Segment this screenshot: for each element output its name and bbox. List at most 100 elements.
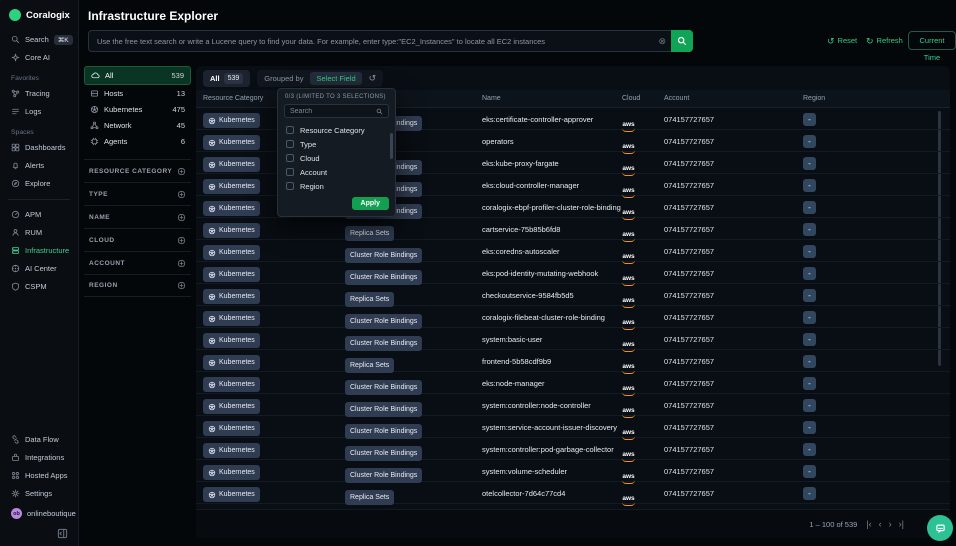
dropdown-option-resource-category[interactable]: Resource Category [278, 123, 395, 137]
checkbox[interactable] [286, 168, 294, 176]
table-row[interactable]: Kubernetes Cluster Role Bindings eks:pod… [196, 262, 950, 284]
tab-all[interactable]: All 539 [203, 70, 250, 87]
time-range-button[interactable]: Current Time [908, 31, 956, 50]
table-row[interactable]: Kubernetes Cluster Role Bindings system:… [196, 394, 950, 416]
filter-category-hosts[interactable]: Hosts 13 [84, 85, 191, 101]
compass-icon [11, 179, 20, 188]
sidebar-item-ai-center[interactable]: AI Center [0, 262, 78, 275]
account-id: 074157727657 [664, 423, 714, 432]
column-header-account[interactable]: Account [664, 95, 689, 102]
table-row[interactable]: Kubernetes Replica Sets checkoutservice-… [196, 284, 950, 306]
column-header-region[interactable]: Region [803, 95, 825, 102]
dropdown-search-input[interactable] [285, 108, 376, 115]
resource-name: eks:cloud-controller-manager [482, 181, 579, 190]
dropdown-option-region[interactable]: Region [278, 179, 395, 193]
filter-section-type[interactable]: TYPE [84, 182, 191, 205]
filter-section-name[interactable]: NAME [84, 205, 191, 228]
sidebar-item-user[interactable]: ob onlineboutique [0, 507, 78, 520]
sidebar-item-logs[interactable]: Logs [0, 105, 78, 118]
region-badge: - [803, 443, 816, 456]
sidebar-item-core-ai[interactable]: Core AI [0, 51, 78, 64]
resource-name: coralogix-filebeat-cluster-role-binding [482, 313, 605, 322]
table-row[interactable]: Kubernetes Replica Sets otelcollector-58… [196, 504, 950, 509]
last-page-icon[interactable]: ›| [899, 519, 904, 529]
column-header-resource-category[interactable]: Resource Category [203, 95, 263, 102]
kubernetes-icon [208, 161, 216, 169]
checkbox[interactable] [286, 154, 294, 162]
table-row[interactable]: Kubernetes Cluster Role Bindings eks:nod… [196, 372, 950, 394]
collapse-sidebar-icon[interactable] [57, 528, 68, 539]
table-row[interactable]: Kubernetes Replica Sets cartservice-75b8… [196, 218, 950, 240]
sidebar-item-settings[interactable]: Settings [0, 487, 78, 500]
resource-name: checkoutservice-9584fb5d5 [482, 291, 574, 300]
filter-section-account[interactable]: ACCOUNT [84, 251, 191, 274]
sidebar-item-dashboards[interactable]: Dashboards [0, 141, 78, 154]
sidebar-item-tracing[interactable]: Tracing [0, 87, 78, 100]
checkbox[interactable] [286, 182, 294, 190]
sidebar-item-rum[interactable]: RUM [0, 226, 78, 239]
sidebar-item-alerts[interactable]: Alerts [0, 159, 78, 172]
type-badge: Cluster Role Bindings [345, 314, 422, 329]
filter-section-cloud[interactable]: CLOUD [84, 228, 191, 251]
kubernetes-icon [208, 205, 216, 213]
resource-category-badge: Kubernetes [203, 201, 260, 216]
sidebar-item-label: Data Flow [25, 435, 59, 444]
sidebar-item-apm[interactable]: APM [0, 208, 78, 221]
dropdown-option-type[interactable]: Type [278, 137, 395, 151]
table-row[interactable]: Kubernetes Cluster Role Bindings coralog… [196, 306, 950, 328]
chat-widget-button[interactable] [927, 515, 953, 541]
table-row[interactable]: Kubernetes Cluster Role Bindings eks:cor… [196, 240, 950, 262]
sidebar-item-integrations[interactable]: Integrations [0, 451, 78, 464]
resource-category-badge: Kubernetes [203, 487, 260, 502]
filter-category-all[interactable]: All 539 [84, 66, 191, 85]
table-row[interactable]: Kubernetes Replica Sets otelcollector-7d… [196, 482, 950, 504]
apply-button[interactable]: Apply [352, 197, 389, 210]
ai-center-icon [11, 264, 20, 273]
filter-section-region[interactable]: REGION [84, 274, 191, 297]
column-header-name[interactable]: Name [482, 95, 501, 102]
region-badge: - [803, 487, 816, 500]
next-page-icon[interactable]: › [889, 519, 892, 529]
dropdown-option-cloud[interactable]: Cloud [278, 151, 395, 165]
sidebar-item-cspm[interactable]: CSPM [0, 280, 78, 293]
filter-category-kubernetes[interactable]: Kubernetes 475 [84, 101, 191, 117]
account-id: 074157727657 [664, 313, 714, 322]
sidebar-item-hosted-apps[interactable]: Hosted Apps [0, 469, 78, 482]
first-page-icon[interactable]: |‹ [866, 519, 871, 529]
filter-category-agents[interactable]: Agents 6 [84, 133, 191, 149]
table-row[interactable]: Kubernetes Replica Sets frontend-5b58cdf… [196, 350, 950, 372]
sidebar-item-search[interactable]: Search ⌘K [0, 33, 78, 46]
reset-grouping-icon[interactable]: ↺ [369, 73, 377, 84]
refresh-button[interactable]: ↻ Refresh [866, 36, 903, 45]
column-header-cloud[interactable]: Cloud [622, 95, 640, 102]
filter-section-resource-category[interactable]: RESOURCE CATEGORY [84, 159, 191, 182]
region-badge: - [803, 465, 816, 478]
dropdown-option-account[interactable]: Account [278, 165, 395, 179]
table-row[interactable]: Kubernetes Cluster Role Bindings system:… [196, 328, 950, 350]
dropdown-scrollbar[interactable] [390, 133, 393, 159]
filter-category-network[interactable]: Network 45 [84, 117, 191, 133]
table-row[interactable]: Kubernetes Cluster Role Bindings system:… [196, 460, 950, 482]
checkbox[interactable] [286, 126, 294, 134]
prev-page-icon[interactable]: ‹ [879, 519, 882, 529]
search-button[interactable] [671, 30, 693, 52]
reset-button[interactable]: ↺ Reset [827, 36, 857, 45]
sidebar-item-data-flow[interactable]: Data Flow [0, 433, 78, 446]
sidebar-item-explore[interactable]: Explore [0, 177, 78, 190]
sidebar-item-infrastructure[interactable]: Infrastructure [0, 244, 78, 257]
dropdown-searchbox [284, 104, 389, 118]
table-row[interactable]: Kubernetes Cluster Role Bindings system:… [196, 438, 950, 460]
kubernetes-icon [208, 271, 216, 279]
sidebar-item-label: Explore [25, 179, 50, 188]
resource-category-badge: Kubernetes [203, 355, 260, 370]
checkbox[interactable] [286, 140, 294, 148]
clear-search-icon[interactable]: ⊗ [658, 36, 666, 47]
table-row[interactable]: Kubernetes Cluster Role Bindings system:… [196, 416, 950, 438]
query-input[interactable] [89, 37, 658, 46]
bell-icon [11, 161, 20, 170]
account-id: 074157727657 [664, 357, 714, 366]
region-badge: - [803, 421, 816, 434]
select-field-button[interactable]: Select Field [310, 72, 361, 85]
resource-category-badge: Kubernetes [203, 113, 260, 128]
sidebar-item-label: Core AI [25, 53, 50, 62]
